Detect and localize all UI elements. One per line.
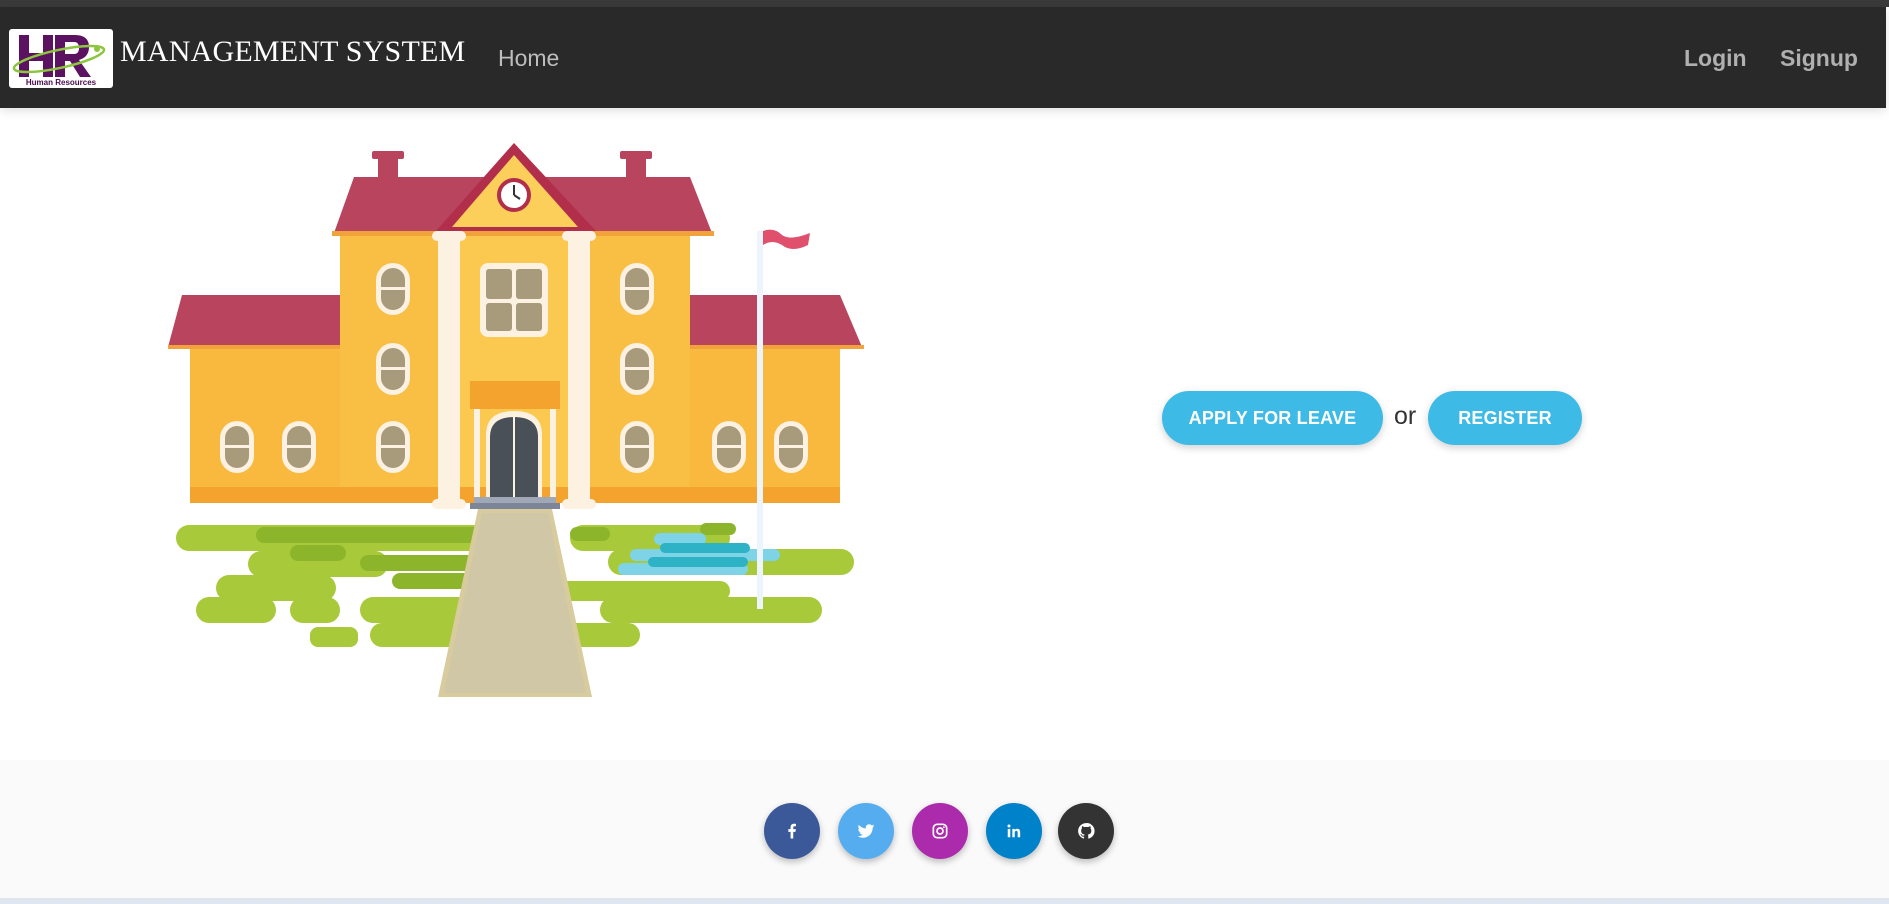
twitter-icon <box>857 824 875 838</box>
github-icon <box>1078 823 1095 839</box>
logo[interactable]: Human Resources <box>9 29 113 88</box>
logo-caption: Human Resources <box>25 78 97 87</box>
instagram-button[interactable] <box>912 803 968 859</box>
school-building-illustration <box>168 143 864 697</box>
footer-bottom-edge <box>0 898 1889 904</box>
nav-home-link[interactable]: Home <box>498 45 559 72</box>
facebook-icon <box>788 823 796 839</box>
register-button[interactable]: REGISTER <box>1428 391 1582 445</box>
nav-signup-link[interactable]: Signup <box>1780 45 1858 72</box>
browser-top-border <box>0 0 1889 7</box>
or-separator: or <box>1394 402 1417 430</box>
navbar: Human Resources MANAGEMENT SYSTEM Home L… <box>0 7 1886 108</box>
github-button[interactable] <box>1058 803 1114 859</box>
linkedin-icon <box>1007 824 1021 838</box>
facebook-button[interactable] <box>764 803 820 859</box>
twitter-button[interactable] <box>838 803 894 859</box>
nav-login-link[interactable]: Login <box>1684 45 1747 72</box>
linkedin-button[interactable] <box>986 803 1042 859</box>
apply-for-leave-button[interactable]: APPLY FOR LEAVE <box>1162 391 1383 445</box>
instagram-icon <box>932 823 948 839</box>
brand-title[interactable]: MANAGEMENT SYSTEM <box>120 35 465 69</box>
